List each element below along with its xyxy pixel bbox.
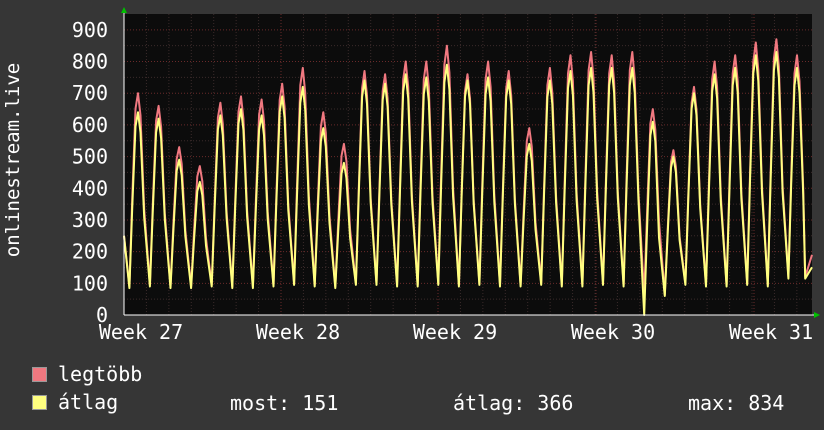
x-tick-label: Week 28 [256, 320, 340, 344]
legend-swatch-max [32, 367, 47, 382]
y-axis-arrow [121, 7, 127, 13]
stat-current: most: 151 [230, 391, 339, 415]
y-tick-label: 200 [72, 240, 108, 264]
chart-root: 0 100 200 300 400 500 600 700 800 900 Week 27 Week … [0, 0, 824, 430]
x-axis-arrow [814, 312, 820, 318]
y-tick-label: 400 [72, 176, 108, 200]
stat-average: átlag: 366 [453, 391, 574, 415]
y-tick-label: 300 [72, 208, 108, 232]
x-tick-label: Week 29 [413, 320, 497, 344]
x-tick-label: Week 31 [729, 320, 813, 344]
x-tick-label: Week 30 [571, 320, 655, 344]
y-tick-label: 600 [72, 113, 108, 137]
legend-label-avg: átlag [58, 390, 119, 414]
x-tick-label: Week 27 [99, 320, 183, 344]
y-axis-label-box: onlinestream.live [2, 40, 24, 280]
y-axis-label: onlinestream.live [2, 62, 24, 258]
y-tick-label: 800 [72, 50, 108, 74]
y-tick-label: 900 [72, 18, 108, 42]
legend-label-max: legtöbb [58, 362, 143, 386]
y-tick-label: 700 [72, 81, 108, 105]
legend-swatch-avg [32, 395, 47, 410]
y-tick-label: 100 [72, 271, 108, 295]
y-tick-label: 500 [72, 145, 108, 169]
stat-maximum: max: 834 [688, 391, 785, 415]
